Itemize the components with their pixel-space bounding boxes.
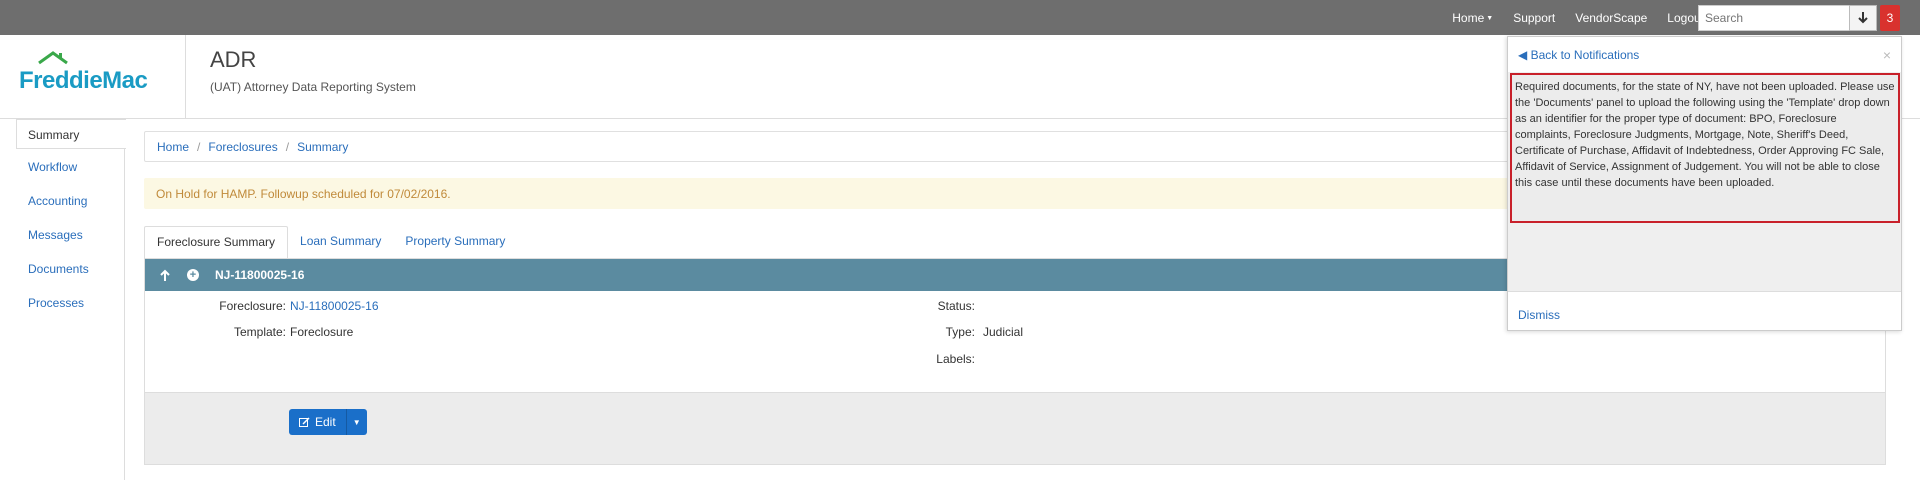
notification-message: Required documents, for the state of NY,…: [1510, 73, 1900, 223]
edit-dropdown-toggle[interactable]: ▼: [346, 409, 367, 435]
edit-icon: [299, 416, 310, 427]
labels-label: Labels:: [936, 352, 975, 366]
nav-home-label: Home: [1452, 10, 1485, 25]
plus-circle-icon[interactable]: +: [185, 267, 201, 283]
freddie-mac-logo[interactable]: FreddieMac: [19, 51, 159, 97]
top-nav-links: Home ▼ Support VendorScape Logout: [1432, 0, 1704, 35]
summary-tabs: Foreclosure Summary Loan Summary Propert…: [144, 226, 517, 258]
type-value: Judicial: [983, 325, 1024, 339]
edit-button-group: Edit ▼: [289, 409, 367, 435]
panel-title: NJ-11800025-16: [215, 268, 305, 282]
breadcrumb-separator: /: [197, 139, 201, 154]
search-box: [1698, 5, 1861, 31]
sidebar-item-processes[interactable]: Processes: [28, 296, 84, 310]
triangle-left-icon: ◀: [1518, 48, 1528, 62]
logo-text: FreddieMac: [19, 67, 148, 94]
sidebar-item-accounting[interactable]: Accounting: [28, 194, 87, 208]
nav-vendorscape[interactable]: VendorScape: [1575, 11, 1647, 25]
search-dropdown-button[interactable]: [1849, 5, 1877, 31]
app-title: ADR: [210, 47, 257, 72]
sidebar-item-documents[interactable]: Documents: [28, 262, 89, 276]
template-value: Foreclosure: [290, 325, 354, 339]
breadcrumb-separator: /: [285, 139, 290, 154]
app-subtitle: (UAT) Attorney Data Reporting System: [210, 80, 416, 94]
header-divider: [185, 35, 186, 119]
house-roof-icon: [38, 51, 68, 65]
caret-down-icon: ▼: [352, 417, 361, 427]
breadcrumb-summary[interactable]: Summary: [297, 140, 348, 154]
top-navbar: Home ▼ Support VendorScape Logout: [0, 0, 1920, 35]
breadcrumb-foreclosures[interactable]: Foreclosures: [208, 140, 277, 154]
dismiss-link[interactable]: Dismiss: [1518, 308, 1560, 322]
tab-foreclosure-summary[interactable]: Foreclosure Summary: [144, 226, 289, 258]
back-label: Back to Notifications: [1530, 48, 1640, 62]
arrow-down-icon: [1858, 12, 1868, 24]
search-input[interactable]: [1699, 6, 1849, 30]
edit-button[interactable]: Edit: [289, 409, 347, 435]
sidebar-item-messages[interactable]: Messages: [28, 228, 83, 242]
sidebar: Summary Workflow Accounting Messages Doc…: [0, 119, 126, 480]
notification-panel: ◀ Back to Notifications × Required docum…: [1507, 36, 1902, 331]
foreclosure-link[interactable]: NJ-11800025-16: [290, 299, 379, 313]
nav-support[interactable]: Support: [1513, 11, 1555, 25]
status-label: Status:: [937, 299, 975, 313]
edit-label: Edit: [315, 415, 336, 429]
caret-down-icon: ▼: [1486, 14, 1494, 22]
notification-count-badge[interactable]: 3: [1880, 5, 1900, 31]
type-label: Type:: [945, 325, 975, 339]
breadcrumb-home[interactable]: Home: [157, 140, 189, 154]
sidebar-item-workflow[interactable]: Workflow: [28, 160, 77, 174]
panel-footer: Edit ▼: [145, 392, 1885, 464]
tab-property-summary[interactable]: Property Summary: [393, 226, 517, 258]
back-to-notifications-link[interactable]: ◀ Back to Notifications: [1518, 48, 1639, 62]
tab-loan-summary[interactable]: Loan Summary: [288, 226, 393, 258]
nav-home[interactable]: Home ▼: [1452, 11, 1493, 25]
sidebar-item-summary[interactable]: Summary: [16, 119, 126, 149]
arrow-up-icon[interactable]: [157, 267, 173, 283]
close-icon[interactable]: ×: [1883, 47, 1891, 63]
foreclosure-label: Foreclosure:: [219, 299, 286, 313]
template-label: Template:: [233, 325, 286, 339]
